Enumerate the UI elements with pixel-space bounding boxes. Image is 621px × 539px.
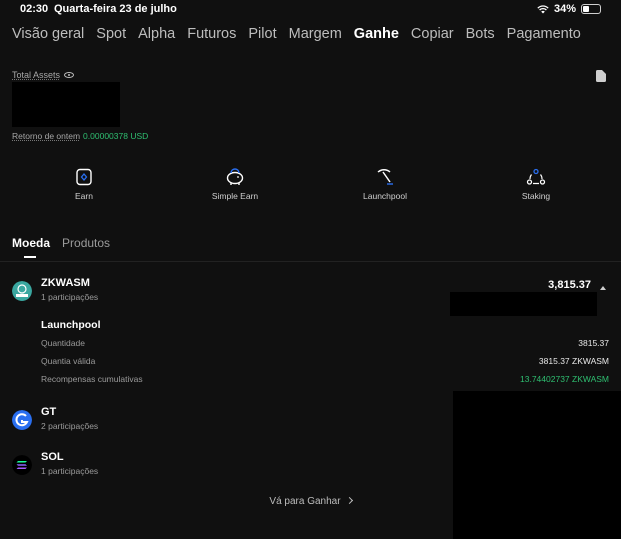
go-to-earn-link[interactable]: Vá para Ganhar [0,496,621,507]
staking-icon [526,168,546,185]
redacted-balance [12,82,120,127]
battery-icon [581,4,601,14]
battery-percent: 34% [553,3,576,15]
gt-logo [12,410,32,430]
coin-name: GT [41,406,57,418]
chevron-up-icon[interactable] [600,286,606,290]
quick-launchpool-label: Launchpool [363,191,407,201]
status-time: 02:30 [20,3,49,15]
quick-launchpool[interactable]: Launchpool [325,166,445,201]
redacted-value [450,292,597,316]
chevron-right-icon [345,496,353,505]
zkwasm-logo [12,281,32,301]
pickaxe-icon [377,168,393,185]
tab-produtos[interactable]: Produtos [62,236,110,250]
nav-pilot[interactable]: Pilot [248,26,276,42]
nav-spot[interactable]: Spot [96,26,126,42]
piggy-bank-icon [226,168,244,185]
divider [0,261,621,262]
quick-simple-earn-label: Simple Earn [211,191,259,201]
asset-tabs: Moeda Produtos [12,236,110,258]
quick-simple-earn[interactable]: Simple Earn [175,166,295,201]
detail-label: Recompensas cumulativas [41,374,143,384]
status-bar: 02:30 Quarta-feira 23 de julho 34% [0,0,621,18]
sol-logo [12,455,32,475]
coin-amount: 3,815.37 [548,279,591,291]
earn-icon [76,168,92,186]
nav-bots[interactable]: Bots [466,26,495,42]
status-indicators: 34% [537,3,601,15]
status-date: Quarta-feira 23 de julho [54,3,177,15]
detail-label: Quantia válida [41,356,96,366]
quick-earn[interactable]: Earn [24,166,144,201]
eye-icon[interactable] [64,72,75,78]
assets-header: Total Assets [12,70,75,80]
nav-alpha[interactable]: Alpha [138,26,175,42]
detail-row-rewards: Recompensas cumulativas 13.74402737 ZKWA… [41,374,609,384]
nav-margem[interactable]: Margem [289,26,342,42]
document-icon[interactable] [596,70,606,82]
nav-pagamento[interactable]: Pagamento [507,26,581,42]
nav-copiar[interactable]: Copiar [411,26,454,42]
coin-row-sol[interactable]: SOL 1 participações [12,451,412,479]
coin-name: SOL [41,451,64,463]
yesterday-return: Retorno de ontem 0.00000378 USD [12,131,148,141]
wifi-icon [537,4,549,13]
coin-participations: 1 participações [41,292,99,302]
redacted-panel [453,391,621,539]
tab-moeda[interactable]: Moeda [12,236,50,258]
yesterday-return-value: 0.00000378 USD [83,131,149,141]
nav-futuros[interactable]: Futuros [187,26,236,42]
launchpool-title: Launchpool [41,319,101,331]
coin-row-zkwasm[interactable]: ZKWASM 1 participações [12,277,412,305]
total-assets-label: Total Assets [12,70,61,80]
top-nav: Visão geral Spot Alpha Futuros Pilot Mar… [12,26,593,42]
coin-row-gt[interactable]: GT 2 participações [12,406,412,434]
nav-visao-geral[interactable]: Visão geral [12,26,84,42]
quick-earn-label: Earn [75,191,93,201]
quick-actions: Earn Simple Earn Launchpool Staking [0,166,621,206]
detail-row-valid-amount: Quantia válida 3815.37 ZKWASM [41,356,609,366]
coin-name: ZKWASM [41,277,90,289]
yesterday-return-label: Retorno de ontem [12,131,81,141]
detail-value: 3815.37 [578,338,609,348]
detail-label: Quantidade [41,338,85,348]
coin-participations: 1 participações [41,466,99,476]
quick-staking-label: Staking [521,191,551,201]
coin-participations: 2 participações [41,421,99,431]
quick-staking[interactable]: Staking [476,166,596,201]
go-to-earn-label: Vá para Ganhar [269,496,341,507]
detail-value: 3815.37 ZKWASM [538,356,609,366]
total-assets-label-row: Total Assets [12,70,75,80]
detail-value: 13.74402737 ZKWASM [520,374,609,384]
detail-row-quantity: Quantidade 3815.37 [41,338,609,348]
nav-ganhe[interactable]: Ganhe [354,26,399,42]
